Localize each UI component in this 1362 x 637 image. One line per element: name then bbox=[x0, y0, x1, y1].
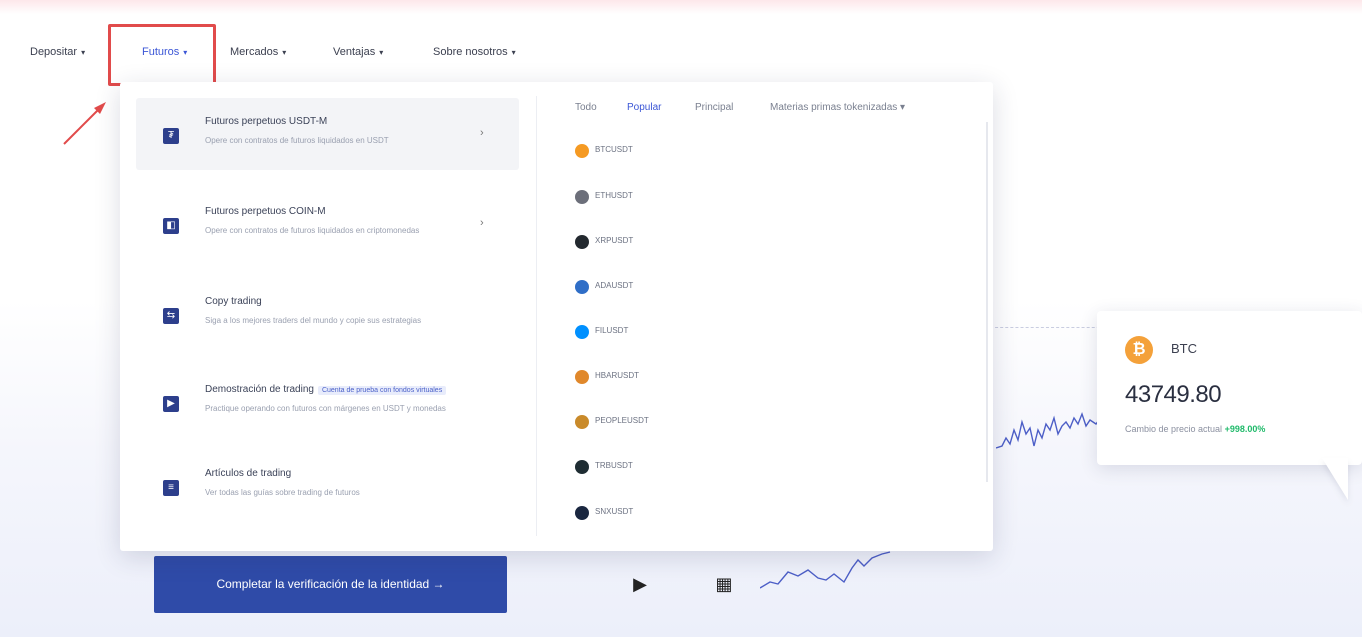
price-card-change: Cambio de precio actual +998.00% bbox=[1125, 424, 1265, 434]
hero-sparkline bbox=[760, 551, 891, 589]
filter-tab-materias[interactable]: Materias primas tokenizadas ▾ bbox=[770, 102, 905, 113]
highlight-box bbox=[108, 24, 216, 86]
pair-name: BTCUSDT bbox=[595, 145, 633, 154]
nav-depositar[interactable]: Depositar ▾ bbox=[30, 38, 85, 66]
menu-item-demo-trading[interactable]: ▶ Demostración de trading Cuenta de prueb… bbox=[136, 366, 519, 438]
menu-item-title-text: Demostración de trading bbox=[205, 384, 314, 395]
articles-icon: ≡ bbox=[163, 480, 179, 496]
qr-code-icon[interactable]: ▦ bbox=[712, 572, 736, 596]
trb-coin-icon bbox=[575, 460, 589, 474]
nav-label: Ventajas bbox=[333, 46, 376, 58]
pair-name: FILUSDT bbox=[595, 326, 629, 335]
price-card-tail bbox=[1322, 458, 1348, 500]
futures-coin-icon: ◧ bbox=[163, 218, 179, 234]
menu-item-title: Demostración de trading Cuenta de prueba … bbox=[205, 384, 447, 395]
nav-ventajas[interactable]: Ventajas ▾ bbox=[333, 38, 383, 66]
nav-label: Sobre nosotros bbox=[433, 46, 508, 58]
google-play-icon[interactable]: ▶ bbox=[628, 572, 652, 596]
menu-item-title: Futuros perpetuos COIN-M bbox=[205, 206, 326, 217]
menu-item-title: Copy trading bbox=[205, 296, 262, 307]
btc-price-card: ₿ BTC 43749.80 Cambio de precio actual +… bbox=[1097, 311, 1362, 465]
menu-item-articles[interactable]: ≡ Artículos de trading Ver todas las guí… bbox=[136, 450, 519, 522]
chart-dashed-line bbox=[990, 327, 1110, 328]
caret-down-icon: ▾ bbox=[511, 48, 516, 57]
copy-trading-icon: ⇆ bbox=[163, 308, 179, 324]
menu-item-title: Futuros perpetuos USDT-M bbox=[205, 116, 328, 127]
annotation-arrow-icon bbox=[63, 102, 106, 145]
menu-item-desc: Ver todas las guías sobre trading de fut… bbox=[205, 488, 360, 497]
pair-name: ADAUSDT bbox=[595, 281, 634, 290]
menu-item-desc: Practique operando con futuros con márge… bbox=[205, 404, 446, 413]
snx-coin-icon bbox=[575, 506, 589, 520]
futures-usdt-icon: ₮ bbox=[163, 128, 179, 144]
price-change-label: Cambio de precio actual bbox=[1125, 424, 1223, 434]
menu-item-desc: Opere con contratos de futuros liquidado… bbox=[205, 136, 389, 145]
pair-name: PEOPLEUSDT bbox=[595, 416, 649, 425]
futures-dropdown: ₮ Futuros perpetuos USDT-M Opere con con… bbox=[120, 82, 993, 551]
menu-item-coin-futures[interactable]: ◧ Futuros perpetuos COIN-M Opere con con… bbox=[136, 188, 519, 260]
nav-sobre-nosotros[interactable]: Sobre nosotros ▾ bbox=[433, 38, 516, 66]
pairs-scrollbar[interactable] bbox=[986, 122, 988, 482]
complete-verification-button[interactable]: Completar la verificación de la identida… bbox=[154, 556, 507, 613]
menu-item-usdt-futures[interactable]: ₮ Futuros perpetuos USDT-M Opere con con… bbox=[136, 98, 519, 170]
pair-name: HBARUSDT bbox=[595, 371, 640, 380]
menu-item-title: Artículos de trading bbox=[205, 468, 292, 479]
people-coin-icon bbox=[575, 415, 589, 429]
price-sparkline bbox=[996, 411, 1103, 449]
apple-icon[interactable] bbox=[554, 572, 578, 596]
chevron-right-icon: › bbox=[480, 217, 484, 229]
bitcoin-icon: ₿ bbox=[1125, 336, 1153, 364]
filter-tab-todo[interactable]: Todo bbox=[575, 102, 597, 113]
filter-tab-principal[interactable]: Principal bbox=[695, 102, 733, 113]
demo-tag: Cuenta de prueba con fondos virtuales bbox=[317, 386, 447, 395]
filter-tab-popular[interactable]: Popular bbox=[627, 102, 661, 113]
hbar-coin-icon bbox=[575, 370, 589, 384]
nav-label: Depositar bbox=[30, 46, 78, 58]
price-card-symbol: BTC bbox=[1171, 341, 1197, 356]
menu-item-copy-trading[interactable]: ⇆ Copy trading Siga a los mejores trader… bbox=[136, 278, 519, 350]
top-strip bbox=[0, 0, 1362, 14]
fil-coin-icon bbox=[575, 325, 589, 339]
eth-coin-icon bbox=[575, 190, 589, 204]
price-card-price: 43749.80 bbox=[1125, 381, 1222, 408]
menu-item-desc: Opere con contratos de futuros liquidado… bbox=[205, 226, 420, 235]
pair-name: XRPUSDT bbox=[595, 236, 634, 245]
nav-label: Mercados bbox=[230, 46, 279, 58]
ada-coin-icon bbox=[575, 280, 589, 294]
pair-name: TRBUSDT bbox=[595, 461, 633, 470]
xrp-coin-icon bbox=[575, 235, 589, 249]
caret-down-icon: ▾ bbox=[81, 48, 86, 57]
pair-name: SNXUSDT bbox=[595, 507, 634, 516]
dropdown-divider bbox=[536, 96, 537, 536]
price-change-value: +998.00% bbox=[1224, 424, 1266, 434]
chevron-right-icon: › bbox=[480, 127, 484, 139]
caret-down-icon: ▾ bbox=[282, 48, 287, 57]
btc-coin-icon bbox=[575, 144, 589, 158]
nav-mercados[interactable]: Mercados ▾ bbox=[230, 38, 286, 66]
pair-name: ETHUSDT bbox=[595, 191, 633, 200]
demo-trading-icon: ▶ bbox=[163, 396, 179, 412]
menu-item-desc: Siga a los mejores traders del mundo y c… bbox=[205, 316, 422, 325]
caret-down-icon: ▾ bbox=[379, 48, 384, 57]
